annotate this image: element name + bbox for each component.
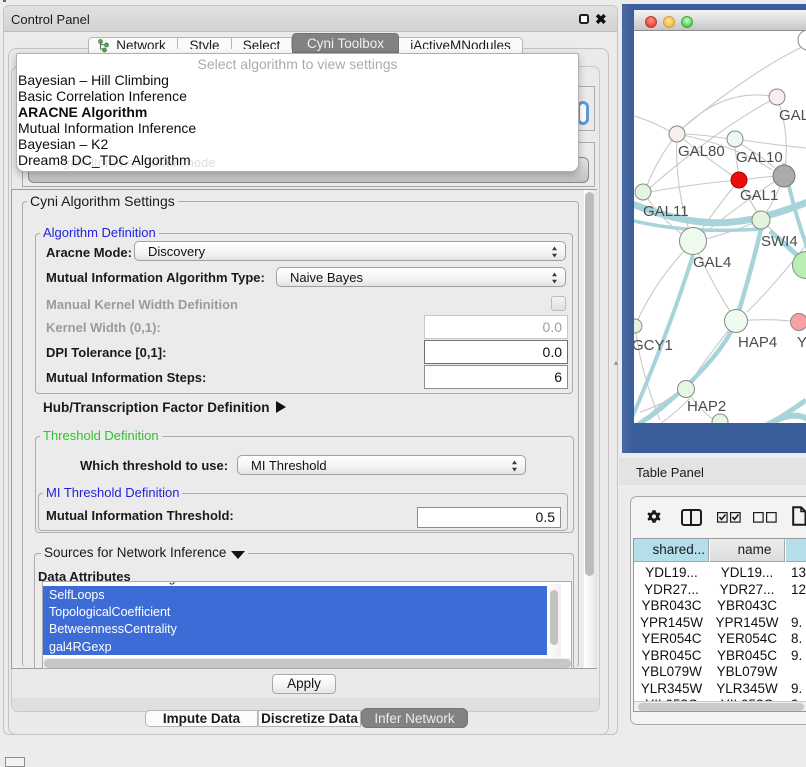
svg-text:GCY1: GCY1 [634, 337, 673, 354]
svg-text:HAP4: HAP4 [738, 334, 777, 351]
svg-text:GAL4: GAL4 [693, 254, 731, 271]
svg-text:HAP2: HAP2 [687, 398, 726, 415]
svg-text:GAL1: GAL1 [740, 187, 778, 204]
svg-text:Y: Y [797, 334, 806, 351]
svg-text:GAL11: GAL11 [643, 203, 689, 220]
svg-text:GAL80: GAL80 [678, 143, 725, 160]
svg-text:SWI4: SWI4 [761, 233, 798, 250]
svg-text:GAL10: GAL10 [736, 149, 783, 166]
svg-text:GAL: GAL [779, 107, 806, 124]
